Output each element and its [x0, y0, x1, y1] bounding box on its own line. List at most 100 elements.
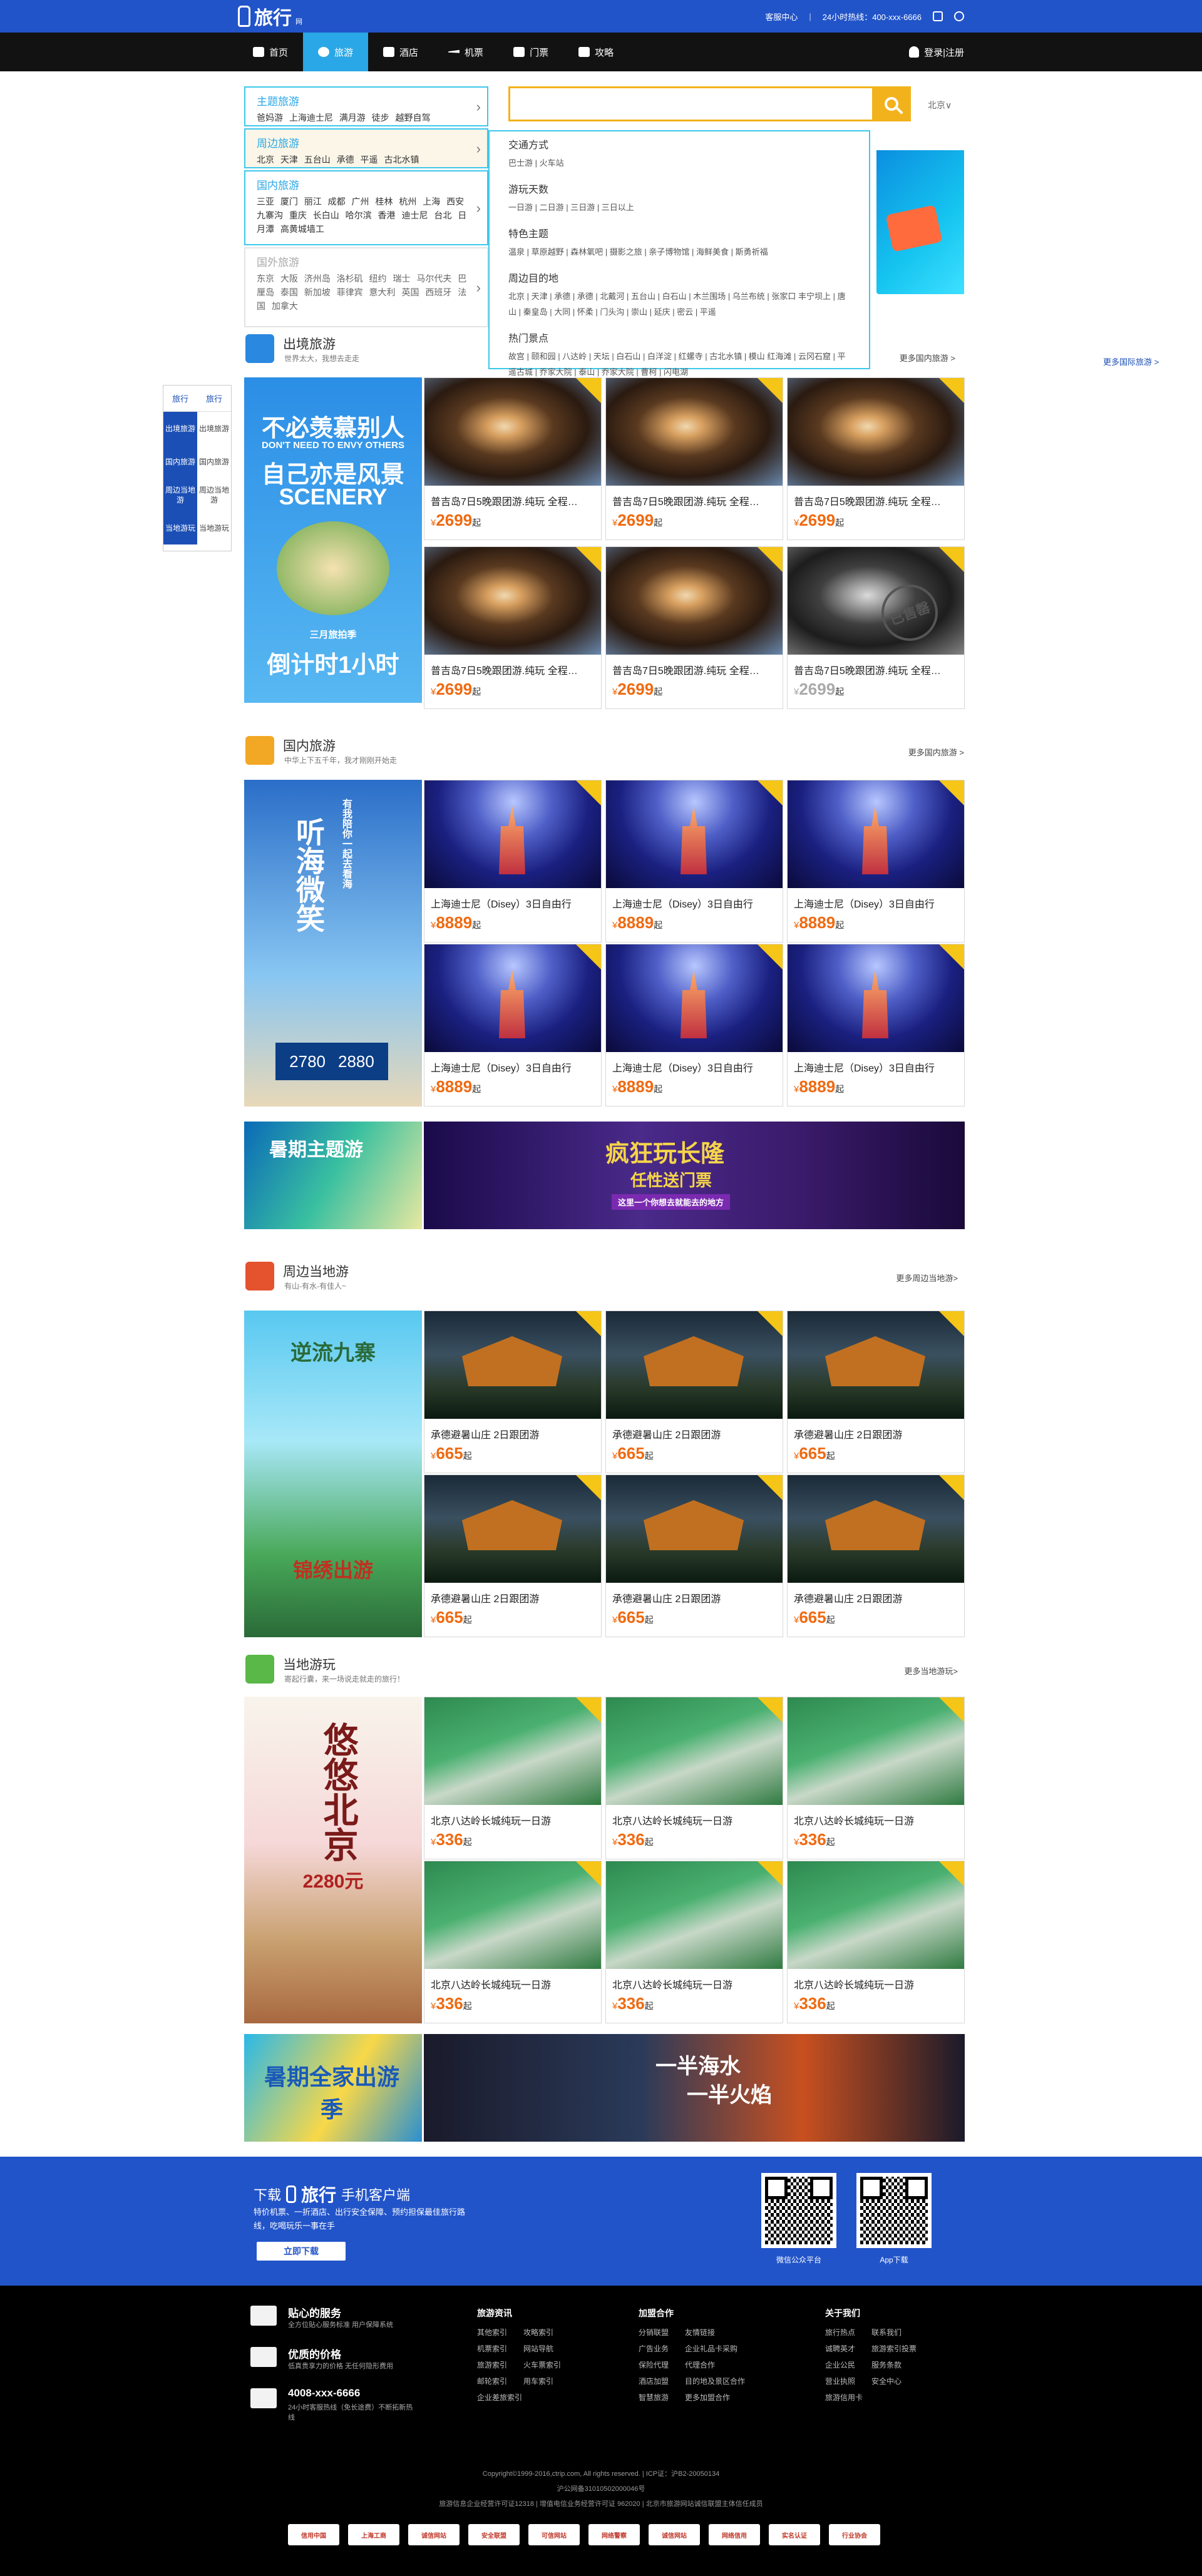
product-image[interactable]: [606, 378, 783, 486]
product-title[interactable]: 普吉岛7日5晚跟团游.纯玩 全程…: [794, 662, 959, 677]
footer-link[interactable]: 旅行热点: [825, 2327, 871, 2338]
sidetab-nearby[interactable]: 周边当地游: [163, 478, 197, 511]
trust-badge[interactable]: 诚信网站: [649, 2524, 700, 2545]
more-link[interactable]: 更多国内旅游 >: [900, 352, 955, 364]
product-title[interactable]: 上海迪士尼（Disey）3日自由行: [612, 896, 778, 911]
product-card[interactable]: 北京八达岭长城纯玩一日游 ¥336起: [424, 1697, 602, 1859]
product-image[interactable]: [606, 780, 783, 888]
product-title[interactable]: 承德避暑山庄 2日跟团游: [794, 1590, 959, 1605]
footer-link[interactable]: 智慧旅游: [639, 2392, 685, 2403]
product-title[interactable]: 上海迪士尼（Disey）3日自由行: [431, 896, 596, 911]
product-card[interactable]: 上海迪士尼（Disey）3日自由行 ¥8889起: [605, 780, 783, 943]
product-card[interactable]: 承德避暑山庄 2日跟团游 ¥665起: [424, 1311, 602, 1473]
product-card[interactable]: 普吉岛7日5晚跟团游.纯玩 全程… ¥2699起: [787, 377, 965, 540]
dropdown-links[interactable]: 巴士游 | 火车站: [508, 155, 850, 171]
product-title[interactable]: 北京八达岭长城纯玩一日游: [794, 1812, 959, 1827]
product-image[interactable]: [424, 1861, 601, 1969]
category-abroad[interactable]: 国外旅游 东京 大阪 济州岛 洛杉矶 纽约 瑞士 马尔代夫 巴厘岛 泰国 新加坡…: [244, 247, 488, 327]
product-title[interactable]: 普吉岛7日5晚跟团游.纯玩 全程…: [612, 662, 778, 677]
nav-guide[interactable]: 攻略: [563, 33, 629, 71]
sidetab-outbound[interactable]: 出境旅游: [163, 412, 197, 445]
footer-link[interactable]: 机票索引: [477, 2343, 523, 2354]
product-title[interactable]: 承德避暑山庄 2日跟团游: [431, 1426, 596, 1441]
promo-outbound[interactable]: 不必羡慕别人 DON'T NEED TO ENVY OTHERS 自己亦是风景 …: [244, 377, 422, 703]
footer-link[interactable]: 诚聘英才: [825, 2343, 871, 2354]
product-title[interactable]: 普吉岛7日5晚跟团游.纯玩 全程…: [431, 662, 596, 677]
product-title[interactable]: 普吉岛7日5晚跟团游.纯玩 全程…: [794, 493, 959, 508]
product-title[interactable]: 普吉岛7日5晚跟团游.纯玩 全程…: [431, 493, 596, 508]
category-nearby[interactable]: 周边旅游 北京 天津 五台山 承德 平遥 古北水镇 ›: [244, 128, 488, 168]
login-register[interactable]: 登录|注册: [909, 33, 964, 71]
sidetab-head-label[interactable]: 旅行: [163, 386, 197, 411]
download-now-button[interactable]: 立即下载: [257, 2242, 346, 2261]
nav-ticket[interactable]: 门票: [498, 33, 563, 71]
product-card[interactable]: 普吉岛7日5晚跟团游.纯玩 全程… ¥2699起: [424, 377, 602, 540]
product-image[interactable]: [424, 378, 601, 486]
sidetab-local[interactable]: 当地游玩: [163, 511, 197, 544]
footer-link[interactable]: 企业礼品卡采购: [685, 2343, 754, 2354]
nav-travel[interactable]: 旅游: [303, 33, 369, 71]
product-card[interactable]: 承德避暑山庄 2日跟团游 ¥665起: [605, 1311, 783, 1473]
footer-link[interactable]: 攻略索引: [523, 2327, 570, 2338]
product-card[interactable]: 北京八达岭长城纯玩一日游 ¥336起: [787, 1861, 965, 2023]
product-card[interactable]: 承德避暑山庄 2日跟团游 ¥665起: [605, 1475, 783, 1637]
product-card[interactable]: 上海迪士尼（Disey）3日自由行 ¥8889起: [787, 944, 965, 1107]
product-card[interactable]: 普吉岛7日5晚跟团游.纯玩 全程… ¥2699起: [605, 377, 783, 540]
category-links[interactable]: 三亚 厦门 丽江 成都 广州 桂林 杭州 上海 西安 九寨沟 重庆 长白山 哈尔…: [257, 195, 470, 236]
footer-link[interactable]: 旅游索引: [477, 2359, 523, 2370]
product-title[interactable]: 北京八达岭长城纯玩一日游: [612, 1976, 778, 1991]
nav-flight[interactable]: 机票: [433, 33, 498, 71]
footer-link[interactable]: [523, 2392, 570, 2403]
more-link[interactable]: 更多国内旅游 >: [908, 746, 964, 758]
product-card[interactable]: 承德避暑山庄 2日跟团游 ¥665起: [787, 1475, 965, 1637]
wechat-icon[interactable]: [954, 11, 964, 21]
sidetab-local[interactable]: 当地游玩: [197, 511, 231, 544]
nav-home[interactable]: 首页: [238, 33, 303, 71]
footer-link[interactable]: 更多加盟合作: [685, 2392, 754, 2403]
banner-sea-fire[interactable]: 一半海水 一半火焰: [424, 2034, 965, 2142]
product-card[interactable]: 已售罄 普吉岛7日5晚跟团游.纯玩 全程… ¥2699起: [787, 546, 965, 709]
sidetab-outbound[interactable]: 出境旅游: [197, 412, 231, 445]
footer-link[interactable]: 分销联盟: [639, 2327, 685, 2338]
product-card[interactable]: 承德避暑山庄 2日跟团游 ¥665起: [424, 1475, 602, 1637]
product-image[interactable]: [606, 1311, 783, 1419]
product-title[interactable]: 上海迪士尼（Disey）3日自由行: [612, 1060, 778, 1075]
product-card[interactable]: 承德避暑山庄 2日跟团游 ¥665起: [787, 1311, 965, 1473]
product-title[interactable]: 普吉岛7日5晚跟团游.纯玩 全程…: [612, 493, 778, 508]
footer-link[interactable]: 企业公民: [825, 2359, 871, 2370]
product-image[interactable]: [606, 547, 783, 655]
product-card[interactable]: 上海迪士尼（Disey）3日自由行 ¥8889起: [787, 780, 965, 943]
footer-link[interactable]: 用车索引: [523, 2376, 570, 2386]
footer-link[interactable]: 安全中心: [871, 2376, 940, 2386]
product-card[interactable]: 普吉岛7日5晚跟团游.纯玩 全程… ¥2699起: [424, 546, 602, 709]
footer-link[interactable]: 友情链接: [685, 2327, 754, 2338]
footer-link[interactable]: 酒店加盟: [639, 2376, 685, 2386]
product-card[interactable]: 北京八达岭长城纯玩一日游 ¥336起: [424, 1861, 602, 2023]
product-card[interactable]: 上海迪士尼（Disey）3日自由行 ¥8889起: [424, 780, 602, 943]
footer-link[interactable]: 目的地及景区合作: [685, 2376, 754, 2386]
footer-link[interactable]: 旅游索引投票: [871, 2343, 940, 2354]
category-links[interactable]: 东京 大阪 济州岛 洛杉矶 纽约 瑞士 马尔代夫 巴厘岛 泰国 新加坡 菲律宾 …: [257, 272, 470, 313]
product-image[interactable]: [424, 1311, 601, 1419]
product-image[interactable]: [424, 1475, 601, 1583]
police-license[interactable]: 沪公网备31010502000046号: [0, 2483, 1202, 2493]
product-image[interactable]: [606, 1475, 783, 1583]
product-image[interactable]: [606, 1697, 783, 1805]
trust-badge[interactable]: 网络警察: [588, 2524, 640, 2545]
product-card[interactable]: 上海迪士尼（Disey）3日自由行 ¥8889起: [605, 944, 783, 1107]
footer-link[interactable]: 网站导航: [523, 2343, 570, 2354]
product-image[interactable]: [606, 1861, 783, 1969]
product-card[interactable]: 普吉岛7日5晚跟团游.纯玩 全程… ¥2699起: [605, 546, 783, 709]
product-title[interactable]: 上海迪士尼（Disey）3日自由行: [431, 1060, 596, 1075]
service-center-link[interactable]: 客服中心: [765, 11, 798, 23]
product-image[interactable]: [788, 378, 964, 486]
product-title[interactable]: 承德避暑山庄 2日跟团游: [612, 1590, 778, 1605]
dropdown-links[interactable]: 北京 | 天津 | 承德 | 承德 | 北戴河 | 五台山 | 白石山 | 木兰…: [508, 289, 850, 320]
product-image[interactable]: [424, 547, 601, 655]
footer-link[interactable]: [871, 2392, 940, 2403]
sidetab-domestic[interactable]: 国内旅游: [197, 445, 231, 478]
trust-badge[interactable]: 行业协会: [829, 2524, 880, 2545]
footer-link[interactable]: 邮轮索引: [477, 2376, 523, 2386]
footer-link[interactable]: 火车票索引: [523, 2359, 570, 2370]
more-link[interactable]: 更多当地游玩>: [904, 1665, 958, 1677]
